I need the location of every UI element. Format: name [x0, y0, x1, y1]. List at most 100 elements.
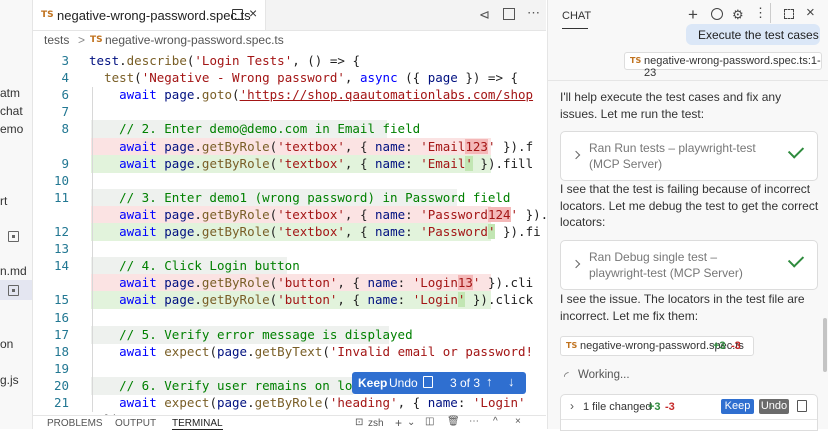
chat-title-underline [562, 28, 588, 29]
typescript-icon: TS [566, 341, 578, 350]
close-icon[interactable]: × [249, 5, 257, 21]
explorer-item[interactable]: emo [0, 122, 23, 136]
code-token: : [405, 138, 421, 154]
arrow-up-icon[interactable]: ↑ [486, 374, 493, 389]
close-icon[interactable]: × [515, 416, 521, 427]
history-icon[interactable] [711, 8, 723, 20]
code-token: , [344, 70, 360, 86]
add-terminal-icon[interactable]: + [395, 416, 402, 430]
arrow-down-icon[interactable]: ↓ [508, 374, 515, 389]
shell-label[interactable]: zsh [368, 418, 384, 429]
code-token: test [104, 70, 135, 86]
code-editor[interactable]: 3 test.describe('Login Tests', () => {4 t… [33, 49, 546, 415]
explorer-item[interactable]: rt [0, 194, 7, 208]
code-token: page [164, 292, 195, 308]
tool-call-label: Ran Run tests – playwright-test (MCP Ser… [589, 141, 756, 171]
assistant-message: I'll help execute the test cases and fix… [560, 90, 782, 121]
code-token: . [247, 395, 255, 410]
code-line: // 4. Click Login button [89, 258, 300, 273]
gear-icon[interactable]: ⚙ [732, 7, 744, 23]
code-token: }).fi [495, 224, 541, 239]
code-token: await [119, 155, 157, 171]
megaphone-icon[interactable]: ⊲ [479, 7, 490, 23]
code-token: }).f [525, 206, 546, 222]
explorer-item[interactable]: n.md [0, 264, 27, 278]
code-token: getByRole [201, 292, 270, 308]
maximize-icon[interactable] [784, 9, 794, 19]
tab-problems[interactable]: PROBLEMS [47, 418, 103, 429]
chevron-right-icon[interactable]: › [570, 399, 574, 413]
attachment-chip[interactable]: TS negative-wrong-password.spec.ts:1-23 [624, 52, 822, 79]
code-token: async [359, 70, 398, 86]
explorer-item[interactable]: chat [0, 104, 23, 118]
split-terminal-icon[interactable]: ◫ [425, 416, 434, 427]
code-token: await [119, 206, 157, 222]
typescript-icon: TS [90, 35, 103, 45]
code-line: await page.getByRole('textbox', { name: … [89, 138, 533, 154]
code-token: // 5. Verify error message is displayed [119, 326, 413, 342]
diff-icon[interactable] [797, 400, 807, 412]
code-token: name [375, 155, 406, 171]
code-token: name [367, 275, 398, 291]
breadcrumb-file[interactable]: negative-wrong-password.spec.ts [105, 33, 284, 47]
explorer-item[interactable]: g.js [0, 373, 19, 387]
typescript-icon: TS [630, 56, 642, 65]
undo-button[interactable]: Undo [759, 399, 789, 414]
tab-output[interactable]: OUTPUT [115, 418, 156, 429]
code-line: await page.getByRole('button', { name: '… [89, 275, 533, 291]
code-line: await expect(page.getByText('Invalid ema… [89, 344, 533, 359]
code-token: name [367, 292, 398, 308]
chevron-down-icon[interactable]: ⌄ [407, 417, 415, 428]
explorer-sidebar: atm chat emo rt n.md on g.js [0, 0, 33, 429]
chevron-up-icon[interactable]: ^ [493, 416, 498, 427]
tool-call-card[interactable]: Ran Debug single test – playwright-test … [560, 240, 818, 290]
breadcrumb-folder[interactable]: tests [44, 33, 69, 47]
close-icon[interactable]: × [806, 4, 815, 21]
new-chat-icon[interactable]: + [688, 5, 698, 25]
code-token: 'Login Tests' [194, 53, 293, 68]
more-actions-icon[interactable]: ⋮ [754, 5, 767, 21]
editor-tab-bar: TS negative-wrong-password.spec.ts × ⊲ ⋯ [33, 0, 546, 31]
edited-file-chip[interactable]: TS negative-wrong-password.spec.ts +3 -3 [560, 336, 754, 356]
code-token: page [164, 224, 195, 239]
code-token: ( [322, 343, 330, 359]
line-number: 3 [61, 53, 69, 68]
tool-call-card[interactable]: Ran Run tests – playwright-test (MCP Ser… [560, 131, 818, 181]
code-token: getByRole [201, 224, 270, 239]
diff-icon[interactable] [423, 376, 433, 388]
explorer-item[interactable]: atm [0, 86, 20, 100]
code-token: await [119, 395, 157, 410]
more-actions-icon[interactable]: ⋯ [527, 5, 540, 21]
line-number: 8 [61, 121, 69, 137]
code-line: await page.getByRole('textbox', { name: … [89, 206, 546, 222]
explorer-item[interactable]: on [0, 337, 13, 351]
code-token: expect [164, 343, 210, 359]
tab-terminal[interactable]: TERMINAL [172, 418, 223, 430]
code-token: await [119, 343, 157, 359]
keep-button[interactable]: Keep [721, 399, 754, 414]
preview-icon[interactable] [232, 9, 243, 20]
editor-tab[interactable]: TS negative-wrong-password.spec.ts × [33, 0, 266, 30]
code-token: ( [134, 70, 142, 86]
line-number: 14 [53, 258, 69, 274]
more-actions-icon[interactable]: ⋯ [469, 416, 479, 427]
code-token: 'textbox' [277, 206, 345, 222]
scrollbar-thumb[interactable] [823, 318, 827, 372]
code-token: expect [164, 395, 210, 410]
code-token: 'Email [420, 155, 466, 171]
code-token: 123 [465, 138, 488, 154]
code-token: describe [126, 53, 187, 68]
undo-button[interactable]: Undo [389, 376, 418, 390]
keep-button[interactable]: Keep [358, 376, 387, 390]
code-line: await page.goto('https://shop.qaautomati… [89, 87, 533, 102]
user-message: Execute the test cases [698, 28, 819, 42]
trash-icon[interactable]: 🗑 [447, 416, 460, 427]
code-token: . [119, 53, 127, 68]
code-token: page [164, 87, 195, 103]
split-editor-icon[interactable] [503, 8, 515, 20]
